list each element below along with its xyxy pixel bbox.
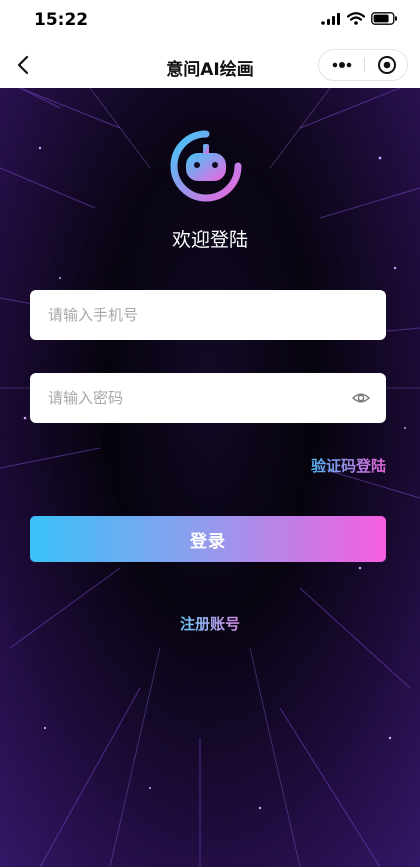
close-button[interactable] [365, 50, 409, 80]
status-icons [321, 12, 398, 25]
signal-icon [321, 13, 340, 25]
phone-input[interactable] [48, 290, 348, 340]
nav-bar: 意间AI绘画 [0, 42, 420, 88]
phone-field [30, 290, 386, 340]
password-field [30, 373, 386, 423]
starfield-background [0, 88, 420, 867]
more-button[interactable] [319, 50, 364, 80]
sms-code-login-link[interactable]: 验证码登陆 [311, 455, 386, 476]
login-button[interactable]: 登录 [30, 516, 386, 562]
battery-icon [371, 12, 397, 25]
wifi-icon [347, 12, 365, 25]
password-input[interactable] [48, 373, 348, 423]
more-dots-icon [332, 62, 351, 68]
eye-icon[interactable] [352, 389, 370, 407]
status-bar: 15:22 [0, 0, 420, 42]
welcome-heading: 欢迎登陆 [171, 229, 248, 251]
login-page: 欢迎登陆 验证码登陆 登录 注册账号 [0, 88, 420, 867]
mini-program-capsule [318, 49, 408, 81]
close-circle-icon [378, 56, 396, 74]
register-link[interactable]: 注册账号 [180, 615, 240, 633]
register-link-container: 注册账号 [0, 613, 420, 634]
status-time: 15:22 [34, 10, 89, 30]
robot-logo-icon [170, 130, 242, 202]
